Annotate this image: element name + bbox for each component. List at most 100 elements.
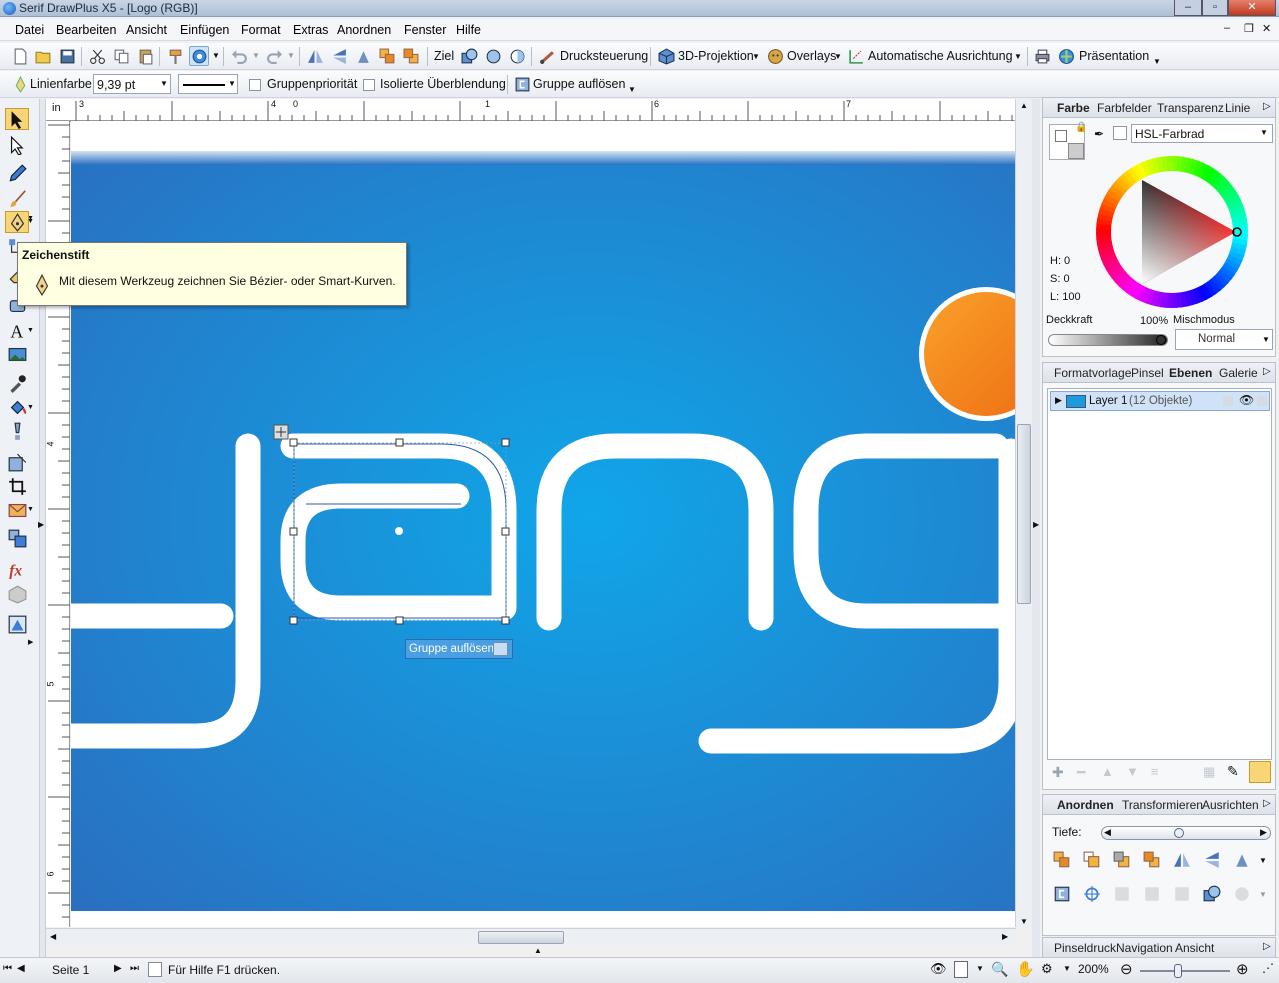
layer-name[interactable]: Layer 1 [1089,395,1127,407]
resize-grip-icon[interactable]: ⋰ [1262,961,1274,975]
combine-icon[interactable] [1113,885,1133,905]
send-to-back-icon[interactable] [1143,851,1163,871]
tab-transparenz[interactable]: Transparenz [1157,101,1224,115]
stencil-icon[interactable] [5,613,29,635]
shape-add-icon[interactable] [459,46,479,66]
first-page-icon[interactable]: ⏮ [3,963,12,974]
horizontal-scroll-thumb[interactable] [478,931,564,944]
tab-anordnen[interactable]: Anordnen [1057,798,1114,812]
node-tool-icon[interactable] [5,134,29,156]
format-painter-icon[interactable] [165,46,185,66]
page-view-icon[interactable] [954,961,968,978]
vertical-scroll-thumb[interactable] [1017,424,1031,604]
envelope-tool-icon[interactable] [5,499,29,521]
mdi-restore-icon[interactable]: ❐ [1244,22,1254,35]
shape-intersect-icon[interactable] [507,46,527,66]
flip-vertical-icon[interactable] [329,46,349,66]
tab-ausrichten[interactable]: Ausrichten [1202,798,1259,812]
3d-projection-label[interactable]: 3D-Projektion [678,49,754,63]
layer-row[interactable]: ▶ Layer 1 (12 Objekte) 👁 [1050,391,1270,411]
zoom-level[interactable]: 200% [1078,962,1109,976]
vertical-scrollbar[interactable]: ▲ ▼ [1015,99,1032,927]
zoom-slider[interactable] [1140,964,1230,978]
tab-pinsel[interactable]: Pinsel [1131,366,1164,380]
auto-align-icon[interactable] [846,46,866,66]
image-tool-icon[interactable] [5,343,29,365]
brush-tool-icon[interactable] [5,187,29,209]
ruler-unit[interactable]: in [52,102,61,114]
presentation-icon[interactable] [1056,46,1076,66]
scroll-left-icon[interactable]: ◀ [50,932,56,941]
panel-menu-icon[interactable]: ▷ [1263,798,1271,809]
tab-transformieren[interactable]: Transformieren [1122,798,1203,812]
tab-formatvorlage[interactable]: Formatvorlage [1054,366,1131,380]
save-icon[interactable] [57,46,77,66]
layer-lock-icon[interactable] [1223,396,1233,406]
menu-datei[interactable]: Datei [15,23,44,37]
cut-icon[interactable] [87,46,107,66]
scroll-up-icon[interactable]: ▲ [1020,101,1028,110]
redo-icon[interactable] [264,46,284,66]
menu-ansicht[interactable]: Ansicht [126,23,167,37]
blend-tool-icon[interactable] [5,527,29,549]
rotate-icon[interactable] [353,46,373,66]
zoom-fit-icon[interactable]: ⚙ [1041,961,1053,977]
forward-one-icon[interactable] [1083,851,1103,871]
chevron-down-icon[interactable]: ▼ [228,79,236,88]
layer-print-icon[interactable] [1257,396,1267,406]
backward-one-icon[interactable] [1113,851,1133,871]
isolated-blend-checkbox[interactable] [363,79,375,91]
ungroup-icon[interactable] [512,74,532,94]
auto-align-label[interactable]: Automatische Ausrichtung [868,49,1013,63]
maximize-button[interactable]: ▫ [1202,0,1228,16]
undo-icon[interactable] [229,46,249,66]
none-color-swatch[interactable] [1113,126,1127,140]
hsl-color-wheel[interactable] [1096,156,1248,308]
menu-anordnen[interactable]: Anordnen [337,23,391,37]
print-control-icon[interactable] [537,46,557,66]
hand-tool-icon[interactable]: ✋ [1016,960,1035,978]
scroll-down-icon[interactable]: ▼ [1020,917,1028,926]
visibility-eye-icon[interactable]: 👁 [1239,393,1254,407]
pointer-tool-icon[interactable] [5,108,29,130]
scroll-right-icon[interactable]: ▶ [1002,932,1008,941]
color-picker-tool-icon[interactable] [5,372,29,394]
pencil-tool-icon[interactable] [5,162,29,184]
lock-icon[interactable]: 🔒 [1075,122,1087,133]
tab-ansicht[interactable]: Ansicht [1175,941,1214,955]
menu-einfuegen[interactable]: Einfügen [180,23,229,37]
shape-add-icon[interactable] [1203,885,1223,905]
group-priority-checkbox[interactable] [249,79,261,91]
menu-hilfe[interactable]: Hilfe [456,23,481,37]
merge-layers-icon[interactable]: ≡ [1151,764,1159,779]
bring-to-front-icon[interactable] [1053,851,1073,871]
zoom-out-icon[interactable]: ⊖ [1120,960,1133,978]
contour-tool-icon[interactable] [5,451,29,473]
panel-menu-icon[interactable]: ▷ [1263,941,1271,952]
new-document-icon[interactable] [10,46,30,66]
move-layer-up-icon[interactable]: ▲ [1101,764,1114,779]
layer-properties-icon[interactable]: ▦ [1203,764,1215,780]
minimize-button[interactable]: – [1174,0,1202,16]
depth-slider[interactable]: ◀ ▶ [1101,826,1271,840]
close-button[interactable]: ✕ [1228,0,1276,16]
color-mode-select[interactable]: HSL-Farbrad ▼ [1131,124,1273,143]
text-tool-icon[interactable]: A [5,319,29,341]
tab-farbfelder[interactable]: Farbfelder [1097,101,1152,115]
last-page-icon[interactable]: ⏭ [130,963,139,974]
tab-linie[interactable]: Linie [1225,101,1250,115]
collapse-right-icon[interactable]: ▶ [1033,520,1039,529]
expand-bottom-icon[interactable]: ▲ [534,946,542,955]
zoom-in-icon[interactable]: ⊕ [1236,960,1249,978]
tab-farbe[interactable]: Farbe [1057,101,1090,115]
connection-icon[interactable] [189,46,209,66]
opacity-slider[interactable] [1048,334,1168,346]
blend-mode-select[interactable]: Normal ▼ [1175,329,1273,350]
previous-page-icon[interactable]: ◀ [17,963,25,974]
move-layer-down-icon[interactable]: ▼ [1126,764,1139,779]
mdi-close-icon[interactable]: ✕ [1262,22,1271,35]
flip-vertical-icon[interactable] [1203,851,1223,871]
3d-projection-icon[interactable] [656,46,676,66]
layer-mode-icon[interactable] [1249,761,1271,783]
fill-tool-icon[interactable] [5,396,29,418]
